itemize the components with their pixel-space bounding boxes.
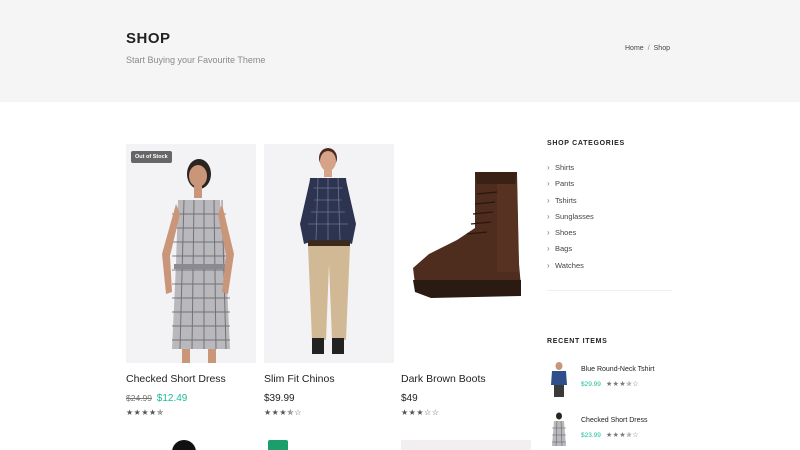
product-name[interactable]: Dark Brown Boots bbox=[401, 373, 486, 385]
price: $39.99 bbox=[264, 393, 295, 404]
recent-item-name[interactable]: Checked Short Dress bbox=[581, 417, 648, 424]
next-row-product-image bbox=[401, 440, 531, 450]
product-image[interactable]: Out of Stock bbox=[126, 144, 256, 363]
sidebar-divider bbox=[547, 290, 672, 292]
categories-title: SHOP CATEGORIES bbox=[547, 140, 625, 147]
breadcrumb-current: Shop bbox=[653, 45, 670, 52]
out-of-stock-badge: Out of Stock bbox=[131, 151, 172, 163]
recent-item-thumbnail[interactable] bbox=[547, 361, 571, 397]
sidebar-item-pants[interactable]: › Pants bbox=[547, 176, 672, 192]
boot-illustration bbox=[413, 172, 521, 298]
category-list: › Shirts › Pants › Tshirts › Sunglasses › Sho… bbox=[547, 160, 672, 274]
breadcrumb: Home / Shop bbox=[625, 45, 670, 52]
product-price: $39.99 bbox=[264, 393, 295, 404]
chevron-right-icon: › bbox=[547, 195, 550, 205]
product-image[interactable] bbox=[264, 144, 394, 363]
sidebar-categories: SHOP CATEGORIES › Shirts › Pants › Tshirts … bbox=[547, 140, 672, 292]
star-rating-icon: ★★★☆☆ bbox=[401, 408, 440, 417]
sidebar-recent-items: RECENT ITEMS Blue Round-Neck Tshirt $29.… bbox=[547, 338, 672, 448]
chevron-right-icon: › bbox=[547, 163, 550, 172]
star-rating-icon: ★★★✯☆ bbox=[606, 432, 639, 439]
sidebar-item-tshirts[interactable]: › Tshirts bbox=[547, 193, 672, 209]
recent-item[interactable]: Checked Short Dress $23.99 ★★★✯☆ bbox=[547, 412, 672, 450]
sidebar-item-sunglasses[interactable]: › Sunglasses bbox=[547, 209, 672, 225]
product-price: $49 bbox=[401, 393, 418, 404]
product-name[interactable]: Slim Fit Chinos bbox=[264, 373, 335, 385]
chevron-right-icon: › bbox=[547, 211, 550, 221]
page-subtitle: Start Buying your Favourite Theme bbox=[126, 55, 266, 65]
sidebar-item-bags[interactable]: › Bags bbox=[547, 241, 672, 257]
star-rating-icon: ★★★✯☆ bbox=[264, 408, 302, 417]
next-row-product-image bbox=[172, 440, 196, 450]
chinos-model-illustration bbox=[300, 148, 356, 354]
product-name[interactable]: Checked Short Dress bbox=[126, 373, 226, 385]
recent-items-title: RECENT ITEMS bbox=[547, 338, 608, 345]
product-price: $24.99 $12.49 bbox=[126, 393, 187, 404]
recent-item-price: $29.99 bbox=[581, 381, 601, 388]
sidebar-item-shoes[interactable]: › Shoes bbox=[547, 225, 672, 241]
page-header: SHOP Start Buying your Favourite Theme H… bbox=[0, 0, 800, 102]
breadcrumb-separator: / bbox=[647, 45, 650, 52]
old-price: $24.99 bbox=[126, 393, 152, 403]
recent-item-price: $23.99 bbox=[581, 432, 601, 439]
sidebar-item-shirts[interactable]: › Shirts bbox=[547, 160, 672, 176]
dress-model-illustration bbox=[162, 159, 234, 363]
chevron-right-icon: › bbox=[547, 228, 550, 238]
recent-item[interactable]: Blue Round-Neck Tshirt $29.99 ★★★✯☆ bbox=[547, 361, 672, 401]
next-row-badge bbox=[268, 440, 288, 450]
sidebar-item-watches[interactable]: › Watches bbox=[547, 258, 672, 274]
chevron-right-icon: › bbox=[547, 244, 550, 254]
page-title: SHOP bbox=[126, 30, 171, 47]
star-rating-icon: ★★★★✯ bbox=[126, 408, 164, 417]
star-rating-icon: ★★★✯☆ bbox=[606, 381, 639, 388]
price: $49 bbox=[401, 393, 418, 404]
recent-item-name[interactable]: Blue Round-Neck Tshirt bbox=[581, 366, 654, 373]
breadcrumb-home-link[interactable]: Home bbox=[625, 45, 644, 52]
chevron-right-icon: › bbox=[547, 260, 550, 270]
product-image[interactable] bbox=[401, 144, 531, 363]
chevron-right-icon: › bbox=[547, 179, 550, 189]
sale-price: $12.49 bbox=[156, 393, 188, 404]
recent-item-thumbnail[interactable] bbox=[547, 412, 571, 448]
